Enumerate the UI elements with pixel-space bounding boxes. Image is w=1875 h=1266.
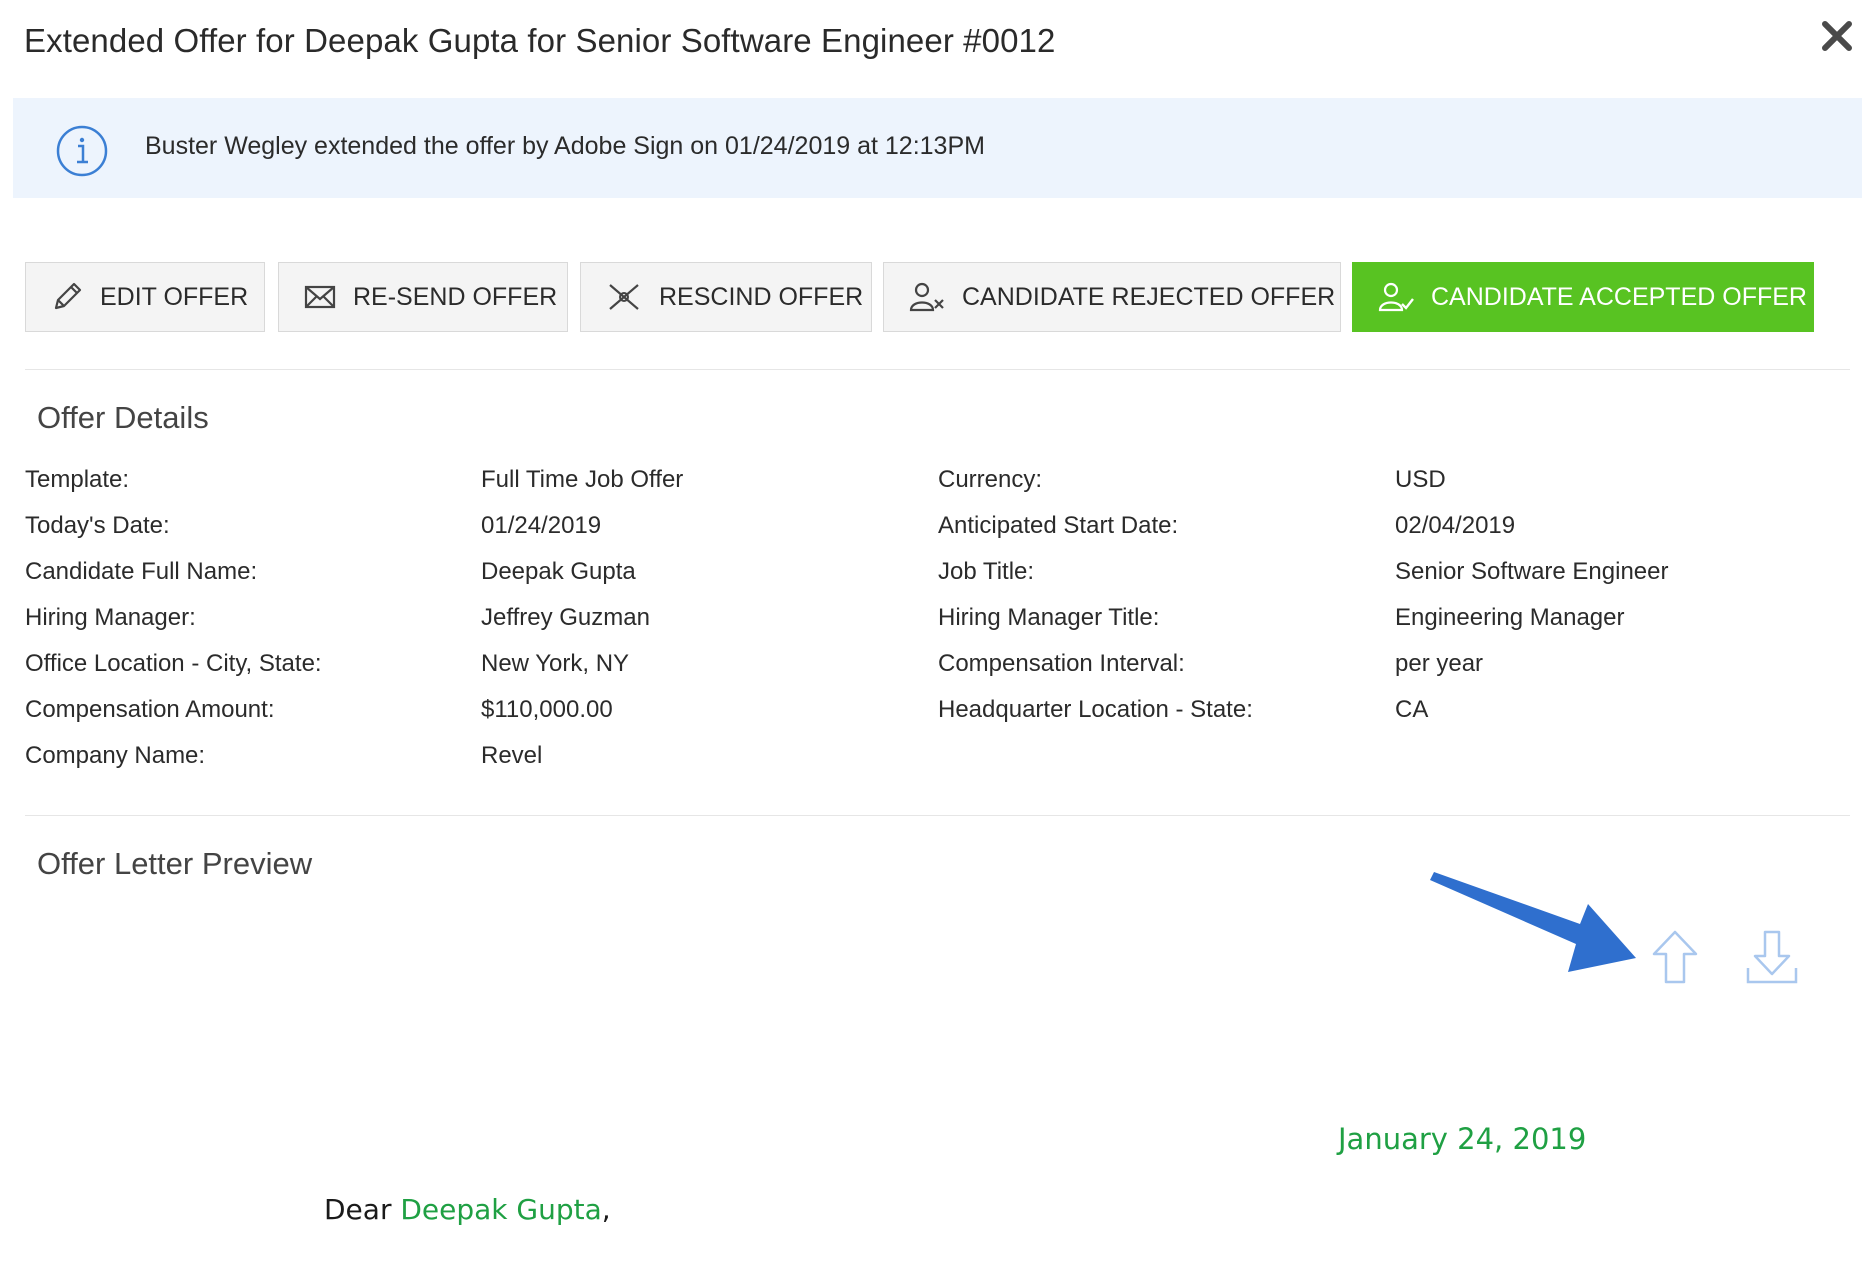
detail-row: Company Name: Revel bbox=[25, 742, 1850, 788]
edit-offer-button[interactable]: EDIT OFFER bbox=[25, 262, 265, 332]
detail-value: $110,000.00 bbox=[481, 696, 613, 723]
detail-value: CA bbox=[1395, 696, 1429, 723]
detail-row: Compensation Amount: $110,000.00 Headqua… bbox=[25, 696, 1850, 742]
candidate-accepted-offer-button[interactable]: CANDIDATE ACCEPTED OFFER bbox=[1352, 262, 1814, 332]
detail-row: Template: Full Time Job Offer Currency: … bbox=[25, 466, 1850, 512]
detail-label: Compensation Amount: bbox=[25, 696, 275, 723]
detail-value: Engineering Manager bbox=[1395, 604, 1625, 631]
offer-letter-preview-heading: Offer Letter Preview bbox=[37, 846, 313, 881]
detail-value: Jeffrey Guzman bbox=[481, 604, 650, 631]
rescind-offer-button[interactable]: RESCIND OFFER bbox=[580, 262, 872, 332]
detail-row: Hiring Manager: Jeffrey Guzman Hiring Ma… bbox=[25, 604, 1850, 650]
detail-label: Office Location - City, State: bbox=[25, 650, 322, 677]
letter-date: January 24, 2019 bbox=[1338, 1122, 1587, 1156]
offer-details-grid: Template: Full Time Job Offer Currency: … bbox=[25, 466, 1850, 788]
detail-row: Office Location - City, State: New York,… bbox=[25, 650, 1850, 696]
divider bbox=[25, 815, 1850, 816]
greeting-text: Dear bbox=[324, 1193, 401, 1226]
detail-value: per year bbox=[1395, 650, 1484, 677]
detail-value: Deepak Gupta bbox=[481, 558, 636, 585]
annotation-arrow-icon bbox=[1430, 872, 1636, 972]
detail-value: 02/04/2019 bbox=[1395, 512, 1516, 539]
edit-offer-label: EDIT OFFER bbox=[100, 282, 249, 311]
detail-label: Today's Date: bbox=[25, 512, 170, 539]
upload-icon[interactable] bbox=[1648, 928, 1702, 986]
candidate-rejected-offer-button[interactable]: CANDIDATE REJECTED OFFER bbox=[883, 262, 1341, 332]
rescind-icon bbox=[609, 284, 639, 310]
detail-label: Headquarter Location - State: bbox=[938, 696, 1253, 723]
detail-value: 01/24/2019 bbox=[481, 512, 602, 539]
detail-label: Currency: bbox=[938, 466, 1043, 493]
detail-label: Compensation Interval: bbox=[938, 650, 1185, 677]
modal-title: Extended Offer for Deepak Gupta for Seni… bbox=[24, 22, 1056, 59]
download-icon[interactable] bbox=[1744, 928, 1800, 986]
detail-row: Today's Date: 01/24/2019 Anticipated Sta… bbox=[25, 512, 1850, 558]
detail-label: Hiring Manager: bbox=[25, 604, 196, 631]
banner-message: Buster Wegley extended the offer by Adob… bbox=[145, 132, 985, 160]
info-banner: Buster Wegley extended the offer by Adob… bbox=[13, 98, 1862, 198]
detail-value: New York, NY bbox=[481, 650, 630, 677]
candidate-rejected-offer-label: CANDIDATE REJECTED OFFER bbox=[962, 282, 1336, 311]
rejected-icon bbox=[909, 282, 944, 312]
letter-greeting: Dear Deepak Gupta, bbox=[324, 1193, 611, 1226]
candidate-accepted-offer-label: CANDIDATE ACCEPTED OFFER bbox=[1431, 282, 1807, 311]
rescind-offer-label: RESCIND OFFER bbox=[659, 282, 864, 311]
detail-label: Job Title: bbox=[938, 558, 1035, 585]
detail-label: Template: bbox=[25, 466, 130, 493]
detail-label: Candidate Full Name: bbox=[25, 558, 258, 585]
detail-value: Senior Software Engineer bbox=[1395, 558, 1669, 585]
candidate-name: Deepak Gupta bbox=[400, 1193, 602, 1226]
detail-label: Company Name: bbox=[25, 742, 206, 769]
resend-offer-button[interactable]: RE-SEND OFFER bbox=[278, 262, 568, 332]
accepted-icon bbox=[1378, 282, 1414, 312]
detail-value: Revel bbox=[481, 742, 543, 769]
envelope-icon bbox=[304, 285, 336, 309]
detail-row: Candidate Full Name: Deepak Gupta Job Ti… bbox=[25, 558, 1850, 604]
detail-value: Full Time Job Offer bbox=[481, 466, 684, 493]
pencil-icon bbox=[54, 282, 82, 310]
resend-offer-label: RE-SEND OFFER bbox=[353, 282, 558, 311]
close-icon[interactable] bbox=[1817, 16, 1857, 56]
offer-details-heading: Offer Details bbox=[37, 400, 209, 435]
divider bbox=[25, 369, 1850, 370]
detail-value: USD bbox=[1395, 466, 1446, 493]
detail-label: Hiring Manager Title: bbox=[938, 604, 1160, 631]
greeting-punctuation: , bbox=[601, 1193, 611, 1226]
info-icon bbox=[56, 125, 108, 177]
detail-label: Anticipated Start Date: bbox=[938, 512, 1179, 539]
